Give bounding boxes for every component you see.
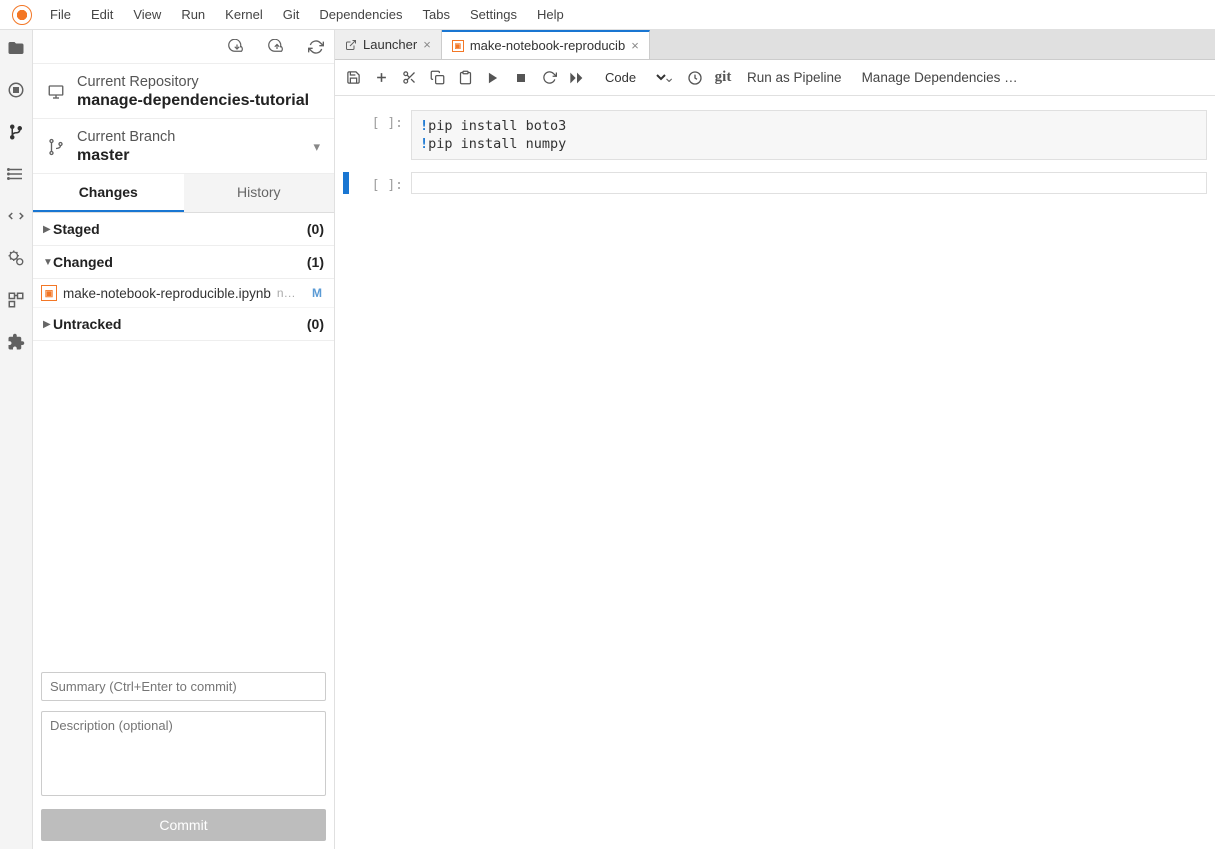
main-area: Launcher × ▣ make-notebook-reproducib × … — [335, 30, 1215, 849]
notebook-file-icon: ▣ — [452, 40, 464, 52]
activity-bar — [0, 30, 33, 849]
code-cell[interactable]: [ ]: — [335, 170, 1215, 196]
caret-right-icon: ▶ — [43, 319, 53, 330]
commit-description-input[interactable] — [41, 711, 326, 796]
kernel-status-icon[interactable] — [687, 70, 703, 86]
cell-prompt: [ ]: — [355, 110, 411, 160]
launcher-icon — [345, 39, 357, 51]
cloud-pull-icon[interactable] — [228, 39, 244, 55]
cell-indicator — [343, 110, 349, 160]
paste-icon[interactable] — [457, 70, 473, 86]
tab-history[interactable]: History — [184, 174, 335, 212]
git-subtabs: Changes History — [33, 174, 334, 213]
copy-icon[interactable] — [429, 70, 445, 86]
section-changed-label: Changed — [53, 254, 307, 270]
tab-launcher-label: Launcher — [363, 37, 417, 52]
cell-prompt: [ ]: — [355, 172, 411, 194]
notebook-toolbar: Code git Run as Pipeline Manage Dependen… — [335, 60, 1215, 96]
cell-type-dropdown[interactable]: Code — [597, 67, 669, 88]
menu-kernel[interactable]: Kernel — [215, 3, 273, 26]
section-staged-label: Staged — [53, 221, 307, 237]
menu-help[interactable]: Help — [527, 3, 574, 26]
menu-git[interactable]: Git — [273, 3, 310, 26]
section-changed[interactable]: ▼ Changed (1) — [33, 246, 334, 279]
changed-file-row[interactable]: ▣ make-notebook-reproducible.ipynb noteb… — [33, 279, 334, 308]
settings-manage-icon[interactable] — [6, 248, 26, 268]
repo-label: Current Repository — [77, 74, 309, 90]
cell-type-select[interactable]: Code — [597, 67, 675, 88]
close-icon[interactable]: × — [631, 38, 639, 53]
section-staged[interactable]: ▶ Staged (0) — [33, 213, 334, 246]
document-tabs: Launcher × ▣ make-notebook-reproducib × — [335, 30, 1215, 60]
manage-dependencies-button[interactable]: Manage Dependencies … — [858, 68, 1022, 87]
section-untracked-count: (0) — [307, 316, 324, 332]
stop-icon[interactable] — [513, 70, 529, 86]
repo-name: manage-dependencies-tutorial — [77, 92, 309, 110]
tab-notebook-label: make-notebook-reproducib — [470, 38, 625, 53]
monitor-icon — [47, 83, 65, 101]
cloud-push-icon[interactable] — [268, 39, 284, 55]
cell-editor[interactable] — [411, 172, 1207, 194]
run-as-pipeline-button[interactable]: Run as Pipeline — [743, 68, 846, 87]
notebook-file-icon: ▣ — [41, 285, 57, 301]
chevron-down-icon: ▾ — [313, 139, 320, 155]
pipeline-icon[interactable] — [6, 290, 26, 310]
add-cell-icon[interactable] — [373, 70, 389, 86]
commit-summary-input[interactable] — [41, 672, 326, 701]
branch-label: Current Branch — [77, 129, 175, 145]
code-cell[interactable]: [ ]: !pip install boto3 !pip install num… — [335, 108, 1215, 162]
cell-indicator — [343, 172, 349, 194]
section-changed-count: (1) — [307, 254, 324, 270]
changed-file-name: make-notebook-reproducible.ipynb — [63, 286, 271, 301]
menu-tabs[interactable]: Tabs — [413, 3, 460, 26]
tab-launcher[interactable]: Launcher × — [335, 30, 442, 59]
section-untracked[interactable]: ▶ Untracked (0) — [33, 308, 334, 341]
cut-icon[interactable] — [401, 70, 417, 86]
menu-settings[interactable]: Settings — [460, 3, 527, 26]
tab-notebook[interactable]: ▣ make-notebook-reproducib × — [442, 30, 650, 59]
notebook-body[interactable]: [ ]: !pip install boto3 !pip install num… — [335, 96, 1215, 849]
save-icon[interactable] — [345, 70, 361, 86]
git-text-icon[interactable]: git — [715, 70, 731, 86]
changed-file-status: M — [308, 286, 326, 300]
close-icon[interactable]: × — [423, 37, 431, 52]
jupyter-logo[interactable] — [12, 5, 32, 25]
cell-editor[interactable]: !pip install boto3 !pip install numpy — [411, 110, 1207, 160]
current-repo-section[interactable]: Current Repository manage-dependencies-t… — [33, 64, 334, 119]
changed-file-path: noteb… — [277, 286, 302, 300]
run-icon[interactable] — [485, 70, 501, 86]
menu-view[interactable]: View — [123, 3, 171, 26]
toc-icon[interactable] — [6, 164, 26, 184]
branch-icon — [47, 138, 65, 156]
section-staged-count: (0) — [307, 221, 324, 237]
git-panel: Current Repository manage-dependencies-t… — [33, 30, 335, 849]
commit-form: Commit — [33, 664, 334, 849]
section-untracked-label: Untracked — [53, 316, 307, 332]
caret-down-icon: ▼ — [43, 257, 53, 268]
menu-run[interactable]: Run — [171, 3, 215, 26]
caret-right-icon: ▶ — [43, 224, 53, 235]
running-icon[interactable] — [6, 80, 26, 100]
menu-file[interactable]: File — [40, 3, 81, 26]
extension-icon[interactable] — [6, 332, 26, 352]
code-icon[interactable] — [6, 206, 26, 226]
menu-dependencies[interactable]: Dependencies — [309, 3, 412, 26]
run-all-icon[interactable] — [569, 70, 585, 86]
git-branch-icon[interactable] — [6, 122, 26, 142]
git-panel-toolbar — [33, 30, 334, 64]
branch-name: master — [77, 147, 175, 165]
folder-icon[interactable] — [6, 38, 26, 58]
restart-icon[interactable] — [541, 70, 557, 86]
menu-edit[interactable]: Edit — [81, 3, 123, 26]
refresh-icon[interactable] — [308, 39, 324, 55]
tab-changes[interactable]: Changes — [33, 174, 184, 212]
current-branch-section[interactable]: Current Branch master ▾ — [33, 119, 334, 174]
menubar: File Edit View Run Kernel Git Dependenci… — [0, 0, 1215, 30]
commit-button[interactable]: Commit — [41, 809, 326, 841]
